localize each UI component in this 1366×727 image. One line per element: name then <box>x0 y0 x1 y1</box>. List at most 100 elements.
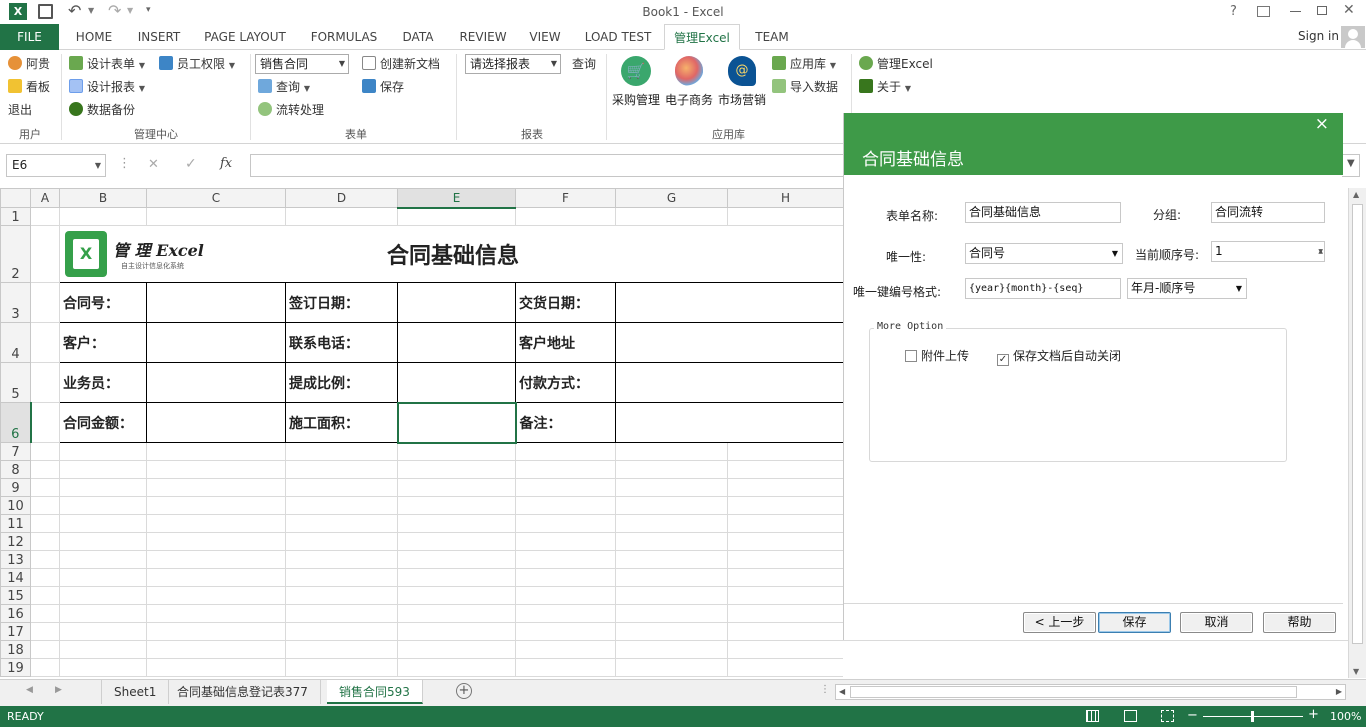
cell[interactable] <box>515 640 616 659</box>
import-data-button[interactable]: 导入数据 <box>772 77 838 97</box>
sign-date-value[interactable] <box>397 282 516 323</box>
user-button[interactable]: 阿贵 <box>8 54 50 74</box>
ecommerce-app-button[interactable]: 电子商务 <box>663 54 715 110</box>
row-header[interactable]: 14 <box>0 568 31 587</box>
expand-formula-icon[interactable]: ▼ <box>1347 158 1355 169</box>
row-header[interactable]: 17 <box>0 622 31 641</box>
payment-label[interactable]: 付款方式： <box>515 362 616 403</box>
cell[interactable] <box>515 514 616 533</box>
tab-view[interactable]: VIEW <box>522 24 568 50</box>
cell[interactable] <box>30 282 60 323</box>
cell[interactable] <box>727 604 843 623</box>
cell[interactable] <box>615 586 728 605</box>
sign-in-link[interactable]: Sign in <box>1298 29 1339 43</box>
cell[interactable] <box>285 514 398 533</box>
cell[interactable] <box>727 460 843 479</box>
row-header[interactable]: 9 <box>0 478 31 497</box>
cell[interactable] <box>397 478 516 497</box>
prev-sheet-icon[interactable]: ◀ <box>26 685 33 695</box>
cell[interactable] <box>397 622 516 641</box>
group-field[interactable]: 合同流转 <box>1211 202 1325 223</box>
row-header[interactable]: 1 <box>0 207 31 226</box>
cell[interactable] <box>727 622 843 641</box>
cell[interactable] <box>59 478 147 497</box>
tab-load-test[interactable]: LOAD TEST <box>577 24 659 50</box>
cell[interactable] <box>285 496 398 515</box>
cell[interactable] <box>727 586 843 605</box>
report-select[interactable]: 请选择报表 ▼ <box>465 54 561 74</box>
cell[interactable] <box>30 514 60 533</box>
attach-upload-checkbox[interactable]: 附件上传 <box>905 347 969 364</box>
cell[interactable] <box>615 568 728 587</box>
contract-no-value[interactable] <box>146 282 286 323</box>
cell[interactable] <box>515 586 616 605</box>
cell[interactable] <box>397 207 516 226</box>
tab-review[interactable]: REVIEW <box>452 24 514 50</box>
zoom-slider-thumb[interactable] <box>1251 711 1254 722</box>
delivery-date-value[interactable] <box>615 282 843 323</box>
cell[interactable] <box>59 658 147 677</box>
cell[interactable] <box>59 568 147 587</box>
cell[interactable] <box>727 568 843 587</box>
cell[interactable] <box>59 604 147 623</box>
cell[interactable] <box>30 586 60 605</box>
cell[interactable] <box>146 514 286 533</box>
cell[interactable] <box>727 532 843 551</box>
cell[interactable] <box>146 550 286 569</box>
row-header[interactable]: 11 <box>0 514 31 533</box>
cell[interactable] <box>146 640 286 659</box>
flow-process-button[interactable]: 流转处理 <box>258 100 324 120</box>
cell[interactable] <box>515 207 616 226</box>
tab-insert[interactable]: INSERT <box>130 24 188 50</box>
customer-value[interactable] <box>146 322 286 363</box>
marketing-app-button[interactable]: @ 市场营销 <box>716 54 768 110</box>
cell[interactable] <box>59 532 147 551</box>
row-header[interactable]: 7 <box>0 442 31 461</box>
cell[interactable] <box>515 604 616 623</box>
cell[interactable] <box>397 496 516 515</box>
data-backup-button[interactable]: 数据备份 <box>69 100 135 120</box>
select-all-corner[interactable] <box>0 188 31 208</box>
row-header[interactable]: 13 <box>0 550 31 569</box>
commission-label[interactable]: 提成比例： <box>285 362 398 403</box>
app-store-button[interactable]: 应用库 ▼ <box>772 54 836 74</box>
insert-function-icon[interactable]: fx <box>220 156 232 171</box>
cell[interactable] <box>285 622 398 641</box>
cell[interactable] <box>30 640 60 659</box>
sheet-tab[interactable]: 合同基础信息登记表377 <box>165 680 321 704</box>
cell[interactable] <box>285 658 398 677</box>
form-name-field[interactable]: 合同基础信息 <box>965 202 1121 223</box>
cell[interactable] <box>727 478 843 497</box>
cell[interactable] <box>146 460 286 479</box>
cell[interactable] <box>59 640 147 659</box>
cell[interactable] <box>59 207 147 226</box>
cell[interactable] <box>30 550 60 569</box>
col-header[interactable]: B <box>59 188 147 208</box>
cell[interactable] <box>146 532 286 551</box>
tab-team[interactable]: TEAM <box>746 24 798 50</box>
cell[interactable] <box>727 550 843 569</box>
cell[interactable] <box>615 658 728 677</box>
cell[interactable] <box>285 460 398 479</box>
row-header[interactable]: 15 <box>0 586 31 605</box>
query-button[interactable]: 查询 ▼ <box>258 77 310 97</box>
phone-label[interactable]: 联系电话： <box>285 322 398 363</box>
cell[interactable] <box>515 532 616 551</box>
tab-data[interactable]: DATA <box>393 24 443 50</box>
payment-value[interactable] <box>615 362 843 403</box>
cell[interactable] <box>30 362 60 403</box>
commission-value[interactable] <box>397 362 516 403</box>
design-form-button[interactable]: 设计表单 ▼ <box>69 54 145 74</box>
cell[interactable] <box>727 514 843 533</box>
cell[interactable] <box>285 442 398 461</box>
zoom-out-icon[interactable]: − <box>1187 708 1198 723</box>
cell[interactable] <box>397 442 516 461</box>
cell[interactable] <box>397 604 516 623</box>
row-header[interactable]: 18 <box>0 640 31 659</box>
enter-icon[interactable]: ✓ <box>185 156 197 172</box>
cell[interactable] <box>515 568 616 587</box>
cell[interactable] <box>285 568 398 587</box>
sheet-tab-active[interactable]: 销售合同593 <box>327 680 423 704</box>
cell[interactable] <box>727 442 843 461</box>
cell[interactable] <box>59 550 147 569</box>
